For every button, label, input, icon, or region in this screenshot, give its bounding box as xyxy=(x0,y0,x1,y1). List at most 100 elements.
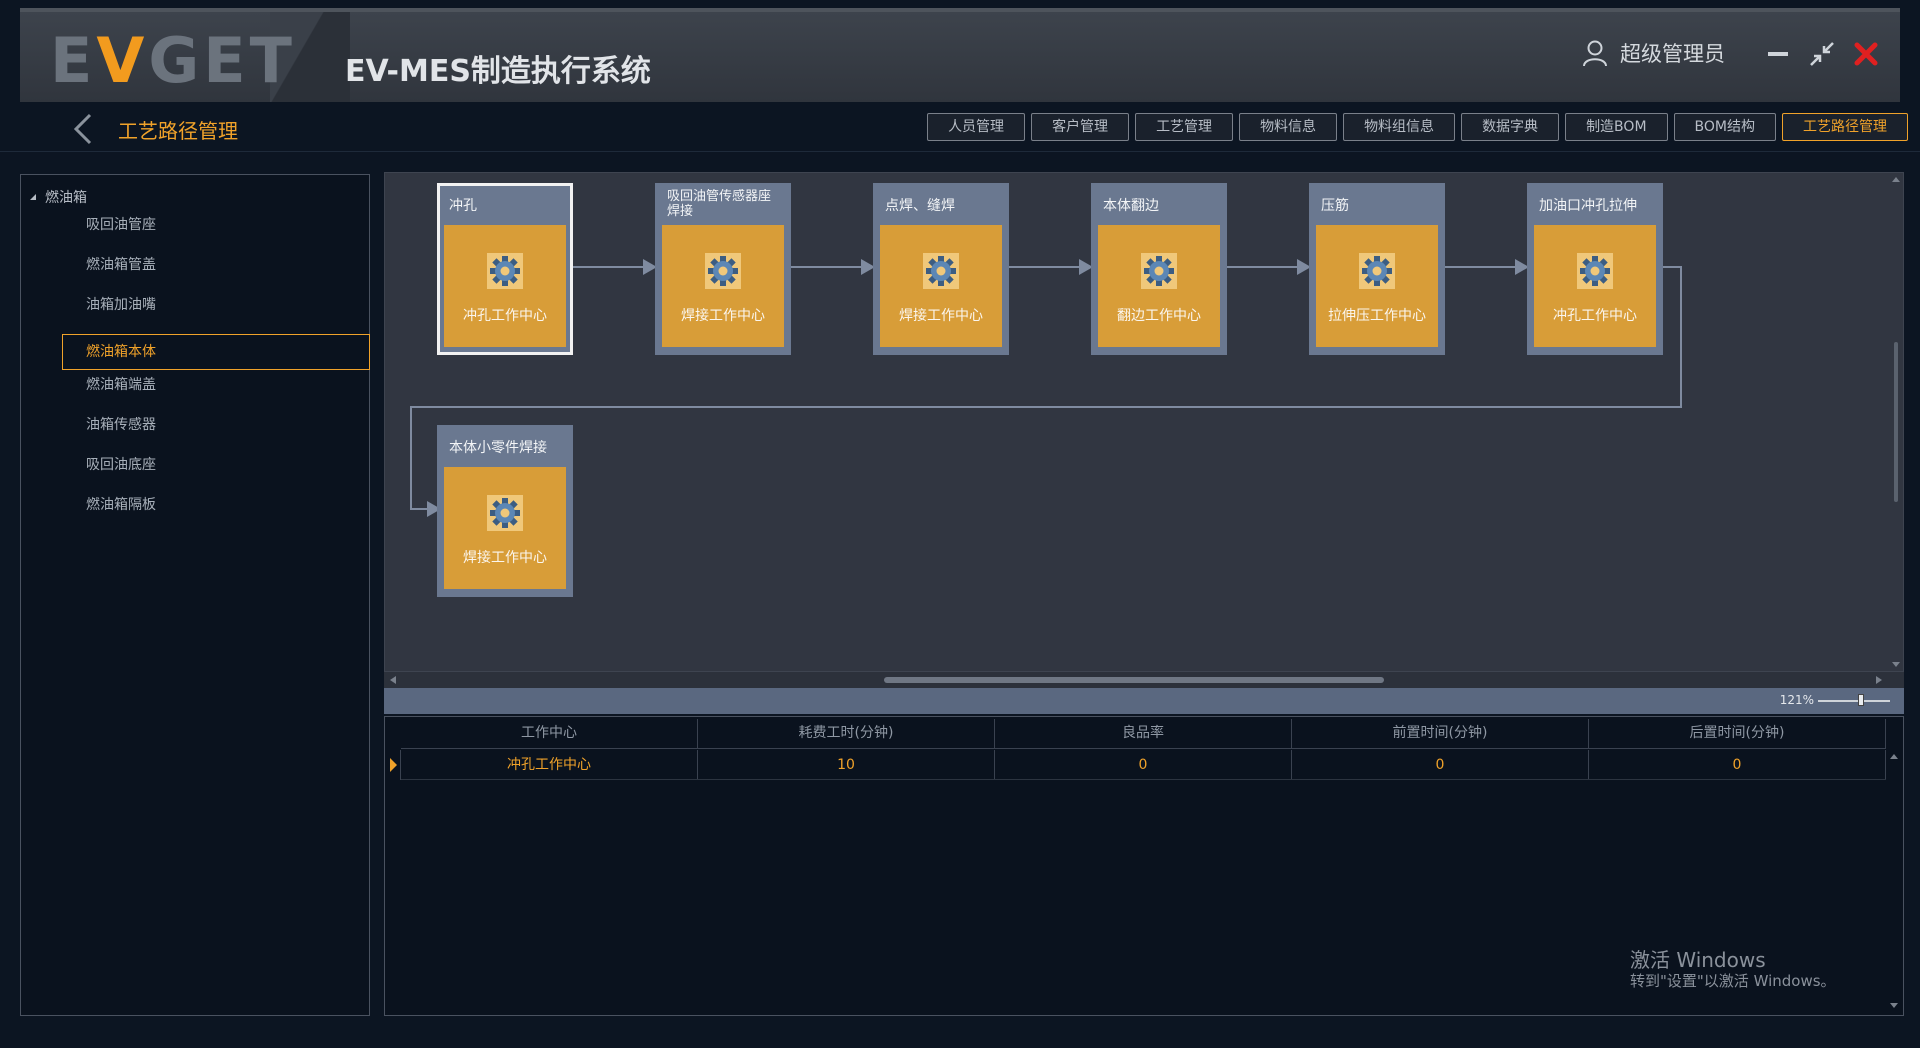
node-work-center: 焊接工作中心 xyxy=(463,550,547,566)
expand-triangle-icon[interactable] xyxy=(29,193,37,201)
zoom-level: 121% xyxy=(1779,693,1814,707)
column-header[interactable]: 后置时间(分钟) xyxy=(1589,719,1886,748)
node-title: 冲孔 xyxy=(449,198,477,214)
column-header[interactable]: 良品率 xyxy=(995,719,1292,748)
gear-icon xyxy=(487,253,523,289)
node-title: 吸回油管传感器座焊接 xyxy=(667,189,772,217)
user-area[interactable]: 超级管理员 xyxy=(1580,38,1725,68)
cell-pre-time[interactable]: 0 xyxy=(1292,750,1589,779)
gear-icon xyxy=(705,253,741,289)
tree-item[interactable]: 油箱传感器 xyxy=(62,407,390,443)
column-header[interactable]: 工作中心 xyxy=(401,719,698,748)
table-row[interactable]: 冲孔工作中心 10 0 0 0 xyxy=(401,750,1886,780)
activation-watermark-title: 激活 Windows xyxy=(1630,948,1766,972)
tab-personnel[interactable]: 人员管理 xyxy=(927,113,1026,141)
grid-vertical-scrollbar[interactable] xyxy=(1887,749,1901,1015)
cell-time[interactable]: 10 xyxy=(698,750,995,779)
node-title: 加油口冲孔拉伸 xyxy=(1539,198,1637,214)
node-title: 本体翻边 xyxy=(1103,198,1159,214)
node-body: 焊接工作中心 xyxy=(662,225,784,347)
node-work-center: 冲孔工作中心 xyxy=(463,308,547,324)
cell-yield[interactable]: 0 xyxy=(995,750,1292,779)
cell-post-time[interactable]: 0 xyxy=(1589,750,1886,779)
scroll-left-icon[interactable] xyxy=(388,675,398,685)
tree-item[interactable]: 吸回油底座 xyxy=(62,447,390,483)
node-work-center: 冲孔工作中心 xyxy=(1553,308,1637,324)
tab-routing[interactable]: 工艺路径管理 xyxy=(1782,113,1908,141)
scroll-right-icon[interactable] xyxy=(1874,675,1884,685)
canvas-horizontal-scrollbar[interactable] xyxy=(384,672,1904,688)
current-row-icon xyxy=(390,758,397,772)
logo: EVGET xyxy=(50,24,296,97)
flow-node[interactable]: 本体小零件焊接 焊接工作中心 xyxy=(437,425,573,597)
flow-node[interactable]: 本体翻边 翻边工作中心 xyxy=(1091,183,1227,355)
gear-icon xyxy=(487,495,523,531)
gear-icon xyxy=(923,253,959,289)
column-header[interactable]: 耗费工时(分钟) xyxy=(698,719,995,748)
module-tabs: 人员管理 客户管理 工艺管理 物料信息 物料组信息 数据字典 制造BOM BOM… xyxy=(927,113,1908,141)
flow-node[interactable]: 加油口冲孔拉伸 冲孔工作中心 xyxy=(1527,183,1663,355)
minimize-button[interactable] xyxy=(1762,38,1794,70)
tab-material-group[interactable]: 物料组信息 xyxy=(1343,113,1456,141)
node-work-center: 焊接工作中心 xyxy=(899,308,983,324)
tab-mbom[interactable]: 制造BOM xyxy=(1565,113,1668,141)
app-title: EV-MES制造执行系统 xyxy=(345,54,651,89)
tree-item[interactable]: 油箱加油嘴 xyxy=(62,287,390,323)
node-body: 焊接工作中心 xyxy=(444,467,566,589)
node-title: 压筋 xyxy=(1321,198,1349,214)
user-icon xyxy=(1583,40,1607,67)
gear-icon xyxy=(1359,253,1395,289)
tree-item[interactable]: 吸回油管座 xyxy=(62,207,390,243)
tree-item[interactable]: 燃油箱端盖 xyxy=(62,367,390,403)
node-work-center: 焊接工作中心 xyxy=(681,308,765,324)
tab-material[interactable]: 物料信息 xyxy=(1239,113,1338,141)
tree-item[interactable]: 燃油箱管盖 xyxy=(62,247,390,283)
node-body: 拉伸压工作中心 xyxy=(1316,225,1438,347)
tree-root-label: 燃油箱 xyxy=(45,190,87,206)
node-title: 点焊、缝焊 xyxy=(885,198,955,214)
node-body: 冲孔工作中心 xyxy=(444,225,566,347)
node-body: 焊接工作中心 xyxy=(880,225,1002,347)
row-indicator xyxy=(385,750,401,780)
column-header[interactable]: 前置时间(分钟) xyxy=(1292,719,1589,748)
node-work-center: 翻边工作中心 xyxy=(1117,308,1201,324)
node-title: 本体小零件焊接 xyxy=(449,440,547,456)
cell-work-center[interactable]: 冲孔工作中心 xyxy=(401,750,698,779)
flow-node[interactable]: 吸回油管传感器座焊接 焊接工作中心 xyxy=(655,183,791,355)
flow-node[interactable]: 点焊、缝焊 焊接工作中心 xyxy=(873,183,1009,355)
node-work-center: 拉伸压工作中心 xyxy=(1328,308,1426,324)
tab-process[interactable]: 工艺管理 xyxy=(1135,113,1234,141)
routing-canvas[interactable]: 冲孔 冲孔工作中心 吸回油管传感器座焊接 焊接工作中心 点焊、缝焊 焊接工作中心… xyxy=(384,172,1904,672)
sub-header: 工艺路径管理 人员管理 客户管理 工艺管理 物料信息 物料组信息 数据字典 制造… xyxy=(0,106,1920,152)
collapse-icon xyxy=(1810,42,1834,66)
tree-item[interactable]: 燃油箱隔板 xyxy=(62,487,390,523)
app-window: EVGET EV-MES制造执行系统 超级管理员 工艺路径管理 人员管理 客户管… xyxy=(0,0,1920,1048)
restore-button[interactable] xyxy=(1806,38,1838,70)
gear-icon xyxy=(1141,253,1177,289)
tree-root[interactable]: 燃油箱 xyxy=(29,187,87,207)
zoom-slider-knob[interactable] xyxy=(1858,694,1864,706)
tab-dictionary[interactable]: 数据字典 xyxy=(1461,113,1560,141)
user-name: 超级管理员 xyxy=(1620,42,1725,66)
node-body: 翻边工作中心 xyxy=(1098,225,1220,347)
gear-icon xyxy=(1577,253,1613,289)
page-title: 工艺路径管理 xyxy=(118,119,238,143)
product-tree: 燃油箱 吸回油管座 燃油箱管盖 油箱加油嘴 燃油箱本体 燃油箱端盖 油箱传感器 … xyxy=(20,174,370,1016)
close-icon xyxy=(1854,42,1878,66)
title-bar: EVGET EV-MES制造执行系统 超级管理员 xyxy=(20,8,1900,102)
tab-customer[interactable]: 客户管理 xyxy=(1031,113,1130,141)
flow-node[interactable]: 压筋 拉伸压工作中心 xyxy=(1309,183,1445,355)
node-body: 冲孔工作中心 xyxy=(1534,225,1656,347)
tree-item-selected[interactable]: 燃油箱本体 xyxy=(62,334,370,370)
tab-bom-structure[interactable]: BOM结构 xyxy=(1673,113,1776,141)
close-button[interactable] xyxy=(1850,38,1882,70)
back-arrow-icon[interactable] xyxy=(70,112,94,146)
flow-node[interactable]: 冲孔 冲孔工作中心 xyxy=(437,183,573,355)
minimize-icon xyxy=(1768,52,1788,56)
activation-watermark-hint: 转到"设置"以激活 Windows。 xyxy=(1630,972,1836,990)
zoom-slider[interactable] xyxy=(1818,700,1890,702)
canvas-vertical-scrollbar[interactable] xyxy=(1888,172,1904,672)
scroll-thumb[interactable] xyxy=(884,677,1384,683)
grid-header: 工作中心 耗费工时(分钟) 良品率 前置时间(分钟) 后置时间(分钟) xyxy=(401,719,1886,749)
zoom-bar: 121% xyxy=(384,688,1904,714)
